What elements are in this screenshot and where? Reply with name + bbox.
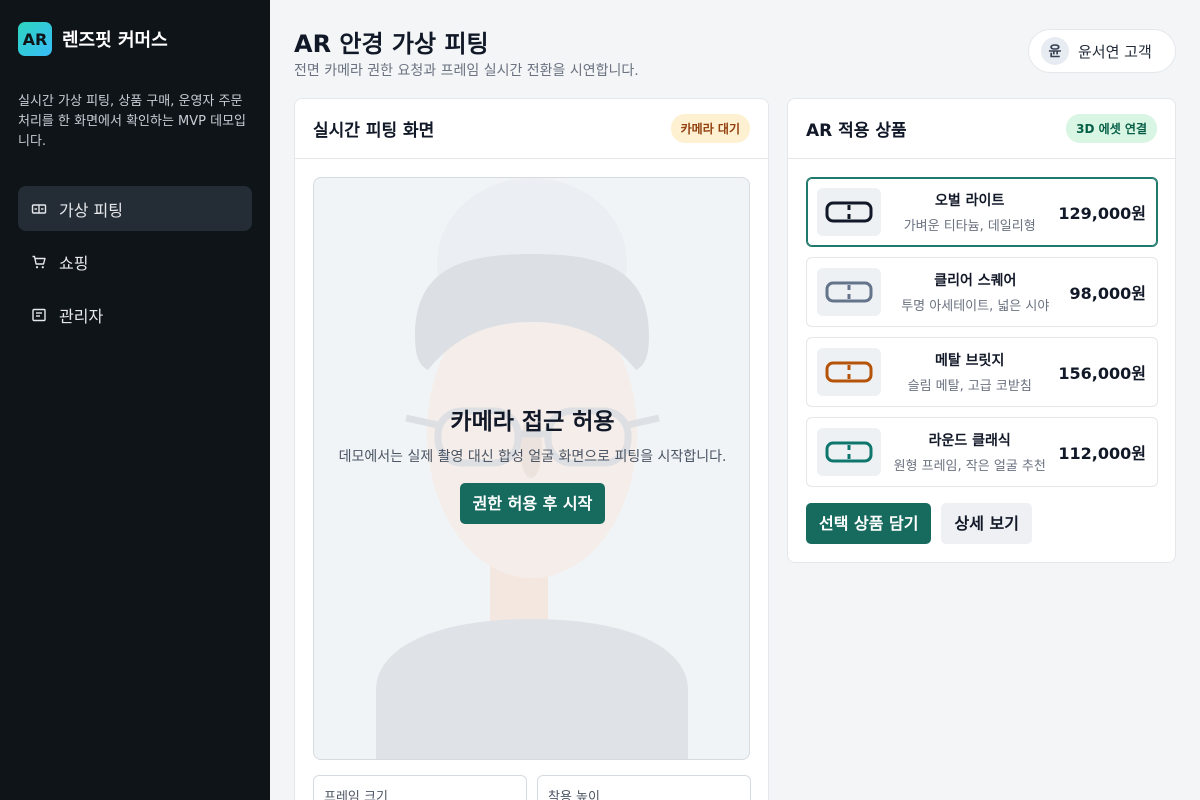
product-thumbnail xyxy=(817,348,881,396)
glasses-icon xyxy=(825,201,873,223)
avatar: 윤 xyxy=(1041,37,1069,65)
product-info: 메탈 브릿지 슬림 메탈, 고급 코받침 xyxy=(881,350,1058,394)
product-item-clear-square[interactable]: 클리어 스퀘어 투명 아세테이트, 넓은 시야 98,000원 xyxy=(806,257,1158,327)
cart-icon xyxy=(31,254,47,270)
glasses-icon xyxy=(825,361,873,383)
product-price: 156,000원 xyxy=(1058,364,1146,383)
overlay-description: 데모에서는 실제 촬영 대신 합성 얼굴 화면으로 피팅을 시작합니다. xyxy=(338,449,727,465)
product-thumbnail xyxy=(817,428,881,476)
add-selected-to-cart-button[interactable]: 선택 상품 담기 xyxy=(806,503,932,544)
ar-products-header: AR 적용 상품 3D 에셋 연결 xyxy=(788,99,1175,159)
product-name: 오벌 라이트 xyxy=(935,193,1005,209)
product-name: 라운드 클래식 xyxy=(928,433,1011,449)
glasses-icon xyxy=(31,201,47,217)
camera-status-badge: 카메라 대기 xyxy=(670,114,750,143)
fitting-panel-title: 실시간 피팅 화면 xyxy=(313,121,435,141)
camera-preview: 카메라 접근 허용 데모에서는 실제 촬영 대신 합성 얼굴 화면으로 피팅을 … xyxy=(313,177,750,760)
frame-size-label: 프레임 크기 xyxy=(324,790,388,800)
product-description: 원형 프레임, 작은 얼굴 추천 xyxy=(893,459,1046,474)
brand[interactable]: AR 렌즈핏 커머스 xyxy=(18,22,252,56)
asset-status-badge: 3D 에셋 연결 xyxy=(1066,114,1157,143)
view-details-button[interactable]: 상세 보기 xyxy=(941,503,1032,544)
product-name: 메탈 브릿지 xyxy=(935,353,1005,369)
product-item-metal-bridge[interactable]: 메탈 브릿지 슬림 메탈, 고급 코받침 156,000원 xyxy=(806,337,1158,407)
product-info: 라운드 클래식 원형 프레임, 작은 얼굴 추천 xyxy=(881,430,1058,474)
product-actions: 선택 상품 담기 상세 보기 xyxy=(806,503,1032,544)
sidebar-item-label: 관리자 xyxy=(59,306,104,326)
fitting-panel: 실시간 피팅 화면 카메라 대기 카메라 접근 허용 데모에서는 실제 촬영 대… xyxy=(294,98,769,800)
page-subtitle: 전면 카메라 권한 요청과 프레임 실시간 전환을 시연합니다. xyxy=(294,63,639,79)
sidebar-item-shopping[interactable]: 쇼핑 xyxy=(18,239,252,284)
product-thumbnail xyxy=(817,188,881,236)
start-fitting-button[interactable]: 권한 허용 후 시작 xyxy=(459,483,606,524)
sidebar-item-label: 쇼핑 xyxy=(59,253,89,273)
product-item-oval-light[interactable]: 오벌 라이트 가벼운 티타늄, 데일리형 129,000원 xyxy=(806,177,1158,247)
product-info: 클리어 스퀘어 투명 아세테이트, 넓은 시야 xyxy=(881,270,1070,314)
wear-height-control[interactable]: 착용 높이 xyxy=(537,775,751,800)
brand-name: 렌즈핏 커머스 xyxy=(62,30,168,51)
sidebar-description: 실시간 가상 피팅, 상품 구매, 운영자 주문 처리를 한 화면에서 확인하는… xyxy=(18,94,247,149)
sidebar-item-virtual-fitting[interactable]: 가상 피팅 xyxy=(18,186,252,231)
camera-permission-overlay: 카메라 접근 허용 데모에서는 실제 촬영 대신 합성 얼굴 화면으로 피팅을 … xyxy=(314,402,749,524)
fitting-panel-header: 실시간 피팅 화면 카메라 대기 xyxy=(295,99,768,159)
product-price: 112,000원 xyxy=(1058,444,1146,463)
brand-logo: AR xyxy=(18,22,52,56)
product-name: 클리어 스퀘어 xyxy=(934,273,1017,289)
glasses-icon xyxy=(825,281,873,303)
sidebar: AR 렌즈핏 커머스 실시간 가상 피팅, 상품 구매, 운영자 주문 처리를 … xyxy=(0,0,270,800)
product-item-round-classic[interactable]: 라운드 클래식 원형 프레임, 작은 얼굴 추천 112,000원 xyxy=(806,417,1158,487)
product-price: 98,000원 xyxy=(1069,284,1146,303)
product-price: 129,000원 xyxy=(1058,204,1146,223)
user-chip[interactable]: 윤 윤서연 고객 xyxy=(1028,29,1176,73)
frame-size-control[interactable]: 프레임 크기 xyxy=(313,775,527,800)
admin-icon xyxy=(31,307,47,323)
product-thumbnail xyxy=(817,268,881,316)
ar-products-panel: AR 적용 상품 3D 에셋 연결 오벌 라이트 가벼운 티타늄, 데일리형 1… xyxy=(787,98,1176,563)
sidebar-nav: 가상 피팅 쇼핑 관리자 xyxy=(18,186,252,337)
sidebar-item-label: 가상 피팅 xyxy=(59,200,123,220)
product-info: 오벌 라이트 가벼운 티타늄, 데일리형 xyxy=(881,190,1058,234)
product-description: 슬림 메탈, 고급 코받침 xyxy=(907,379,1032,394)
user-name: 윤서연 고객 xyxy=(1078,42,1152,61)
sidebar-item-admin[interactable]: 관리자 xyxy=(18,292,252,337)
product-description: 투명 아세테이트, 넓은 시야 xyxy=(901,299,1050,314)
overlay-title: 카메라 접근 허용 xyxy=(450,409,615,435)
page-title: AR 안경 가상 피팅 xyxy=(294,30,489,58)
glasses-icon xyxy=(825,441,873,463)
ar-products-title: AR 적용 상품 xyxy=(806,121,907,141)
product-description: 가벼운 티타늄, 데일리형 xyxy=(903,219,1036,234)
wear-height-label: 착용 높이 xyxy=(548,790,600,800)
product-list: 오벌 라이트 가벼운 티타늄, 데일리형 129,000원 클리어 스퀘어 투명… xyxy=(806,177,1158,497)
